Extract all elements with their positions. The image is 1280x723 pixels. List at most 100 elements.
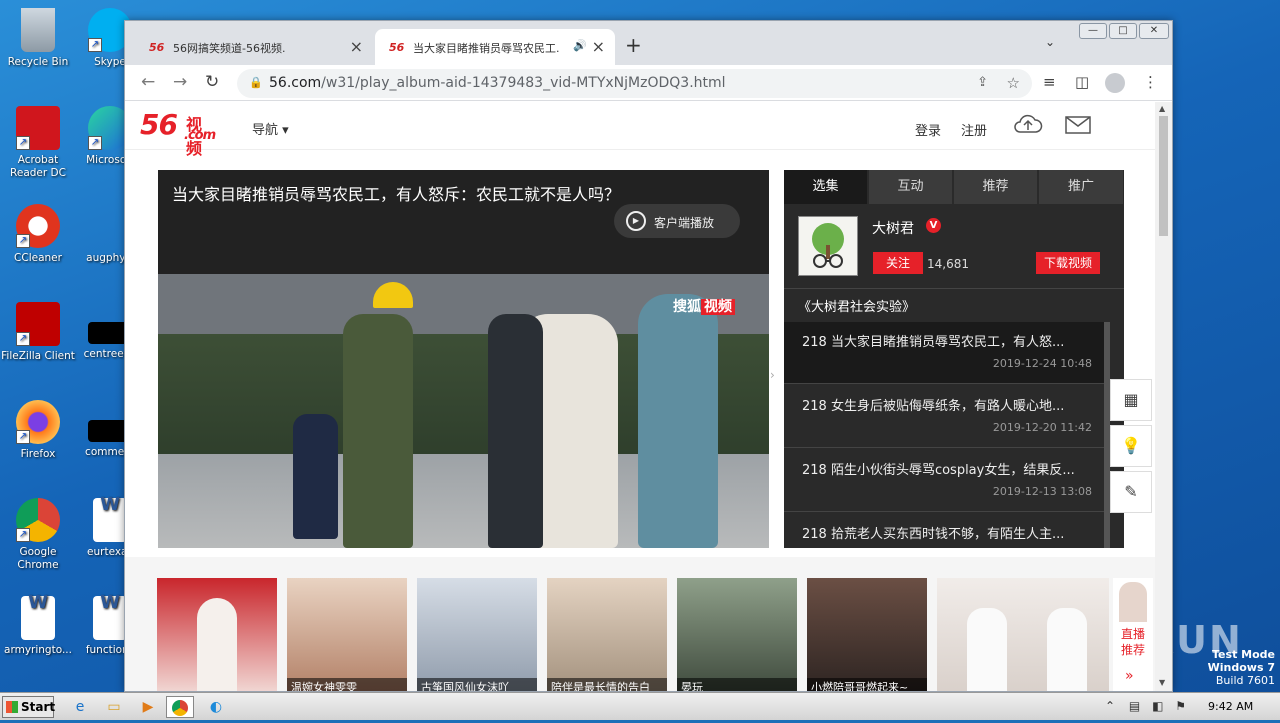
side-panel-icon[interactable]: ◫ [1075, 73, 1089, 91]
episode-item[interactable]: 218 陌生小伙街头辱骂cosplay女生，结果反... 2019-12-13 … [784, 450, 1104, 512]
desktop-icon-firefox[interactable]: ↗ Firefox [0, 400, 76, 461]
nav-menu[interactable]: 导航 ▾ [252, 119, 289, 138]
side-panel: 选集 互动 推荐 推广 大树君 V 关注 14,681 下载视频 《大树君社会实… [784, 170, 1124, 576]
reading-list-icon[interactable]: ≡ [1043, 73, 1056, 91]
maximize-button[interactable]: □ [1109, 23, 1137, 39]
desktop-icon-chrome[interactable]: ↗ Google Chrome [0, 498, 76, 572]
client-play-button[interactable]: ▶ 客户端播放 [614, 204, 740, 238]
clock[interactable]: 9:42 AM [1208, 700, 1253, 713]
acrobat-icon: ↗ [16, 106, 60, 150]
thumbnail-card[interactable]: 古筝国风仙女沫吖 [417, 578, 537, 691]
thumbnail-figure [1047, 608, 1087, 691]
56-favicon: 56 [149, 41, 165, 54]
scroll-down-icon[interactable]: ▼ [1159, 678, 1165, 687]
feedback-edit-icon[interactable]: ✎ [1110, 471, 1152, 513]
tray-expand-icon[interactable]: ⌃ [1105, 699, 1115, 713]
media-player-icon[interactable]: ▶ [134, 696, 162, 718]
register-link[interactable]: 注册 [961, 120, 987, 139]
network-icon[interactable]: ▤ [1129, 699, 1140, 713]
tab-episodes[interactable]: 选集 [784, 170, 868, 204]
desktop-icon-recycle-bin[interactable]: Recycle Bin [0, 8, 76, 69]
windows-logo-icon [6, 701, 18, 713]
episode-item[interactable]: 218 女生身后被贴侮辱纸条，有路人暖心地... 2019-12-20 11:4… [784, 386, 1104, 448]
edge-taskbar-icon[interactable]: ◐ [202, 696, 230, 718]
speaker-icon[interactable]: 🔊 [573, 39, 587, 52]
lightbulb-icon[interactable]: 💡 [1110, 425, 1152, 467]
url-path: /w31/play_album-aid-14379483_vid-MTYxNjM… [321, 75, 726, 91]
tab-56-funny[interactable]: 56 56网搞笑频道-56视频. × [135, 29, 373, 65]
volume-icon[interactable]: ◧ [1152, 699, 1163, 713]
tab-current-video[interactable]: 56 当大家目睹推销员辱骂农民工. 🔊 × [375, 29, 615, 65]
thumbnail-figure [197, 598, 237, 691]
start-button[interactable]: Start [2, 696, 55, 718]
chevron-right-icon[interactable]: » [1125, 668, 1134, 684]
menu-icon[interactable]: ⋮ [1143, 73, 1158, 91]
share-icon[interactable]: ⇪ [977, 75, 988, 90]
star-icon[interactable]: ☆ [1007, 74, 1020, 92]
download-video-button[interactable]: 下载视频 [1036, 252, 1100, 274]
thumbnail-card[interactable] [937, 578, 1109, 691]
56-favicon: 56 [389, 41, 405, 54]
live-recommend-panel[interactable]: 直播推荐 » [1113, 578, 1153, 691]
desktop-icon-filezilla[interactable]: ↗ FileZilla Client [0, 302, 76, 363]
page-viewport: 56 视频 .com 导航 ▾ 登录 注册 当大家目睹推销员辱骂农民工，有人怒斥… [125, 102, 1155, 691]
upload-cloud-icon[interactable] [1013, 112, 1043, 136]
browser-window: 56 56网搞笑频道-56视频. × 56 当大家目睹推销员辱骂农民工. 🔊 ×… [124, 20, 1173, 692]
desktop-icon-ccleaner[interactable]: ↗ CCleaner [0, 204, 76, 265]
login-link[interactable]: 登录 [915, 120, 941, 139]
minimize-button[interactable]: — [1079, 23, 1107, 39]
taskbar: Start e ▭ ▶ ◐ ⌃ ▤ ◧ ⚑ 9:42 AM [0, 692, 1280, 720]
person-worker [343, 314, 413, 548]
author-avatar[interactable] [798, 216, 858, 276]
panel-collapse-arrow[interactable]: › [770, 368, 775, 382]
thumbnail-card[interactable]: 温婉女神雯雯 [287, 578, 407, 691]
play-icon: ▶ [626, 211, 646, 231]
episode-item[interactable]: 218 当大家目睹推销员辱骂农民工，有人怒... 2019-12-24 10:4… [784, 322, 1104, 384]
page-scrollbar[interactable]: ▲ ▼ [1155, 102, 1172, 691]
thumbnail-card[interactable] [157, 578, 277, 691]
new-tab-button[interactable]: + [625, 33, 642, 57]
tab-interact[interactable]: 互动 [869, 170, 953, 204]
tab-title: 56网搞笑频道-56视频. [173, 42, 286, 55]
close-window-button[interactable]: ✕ [1139, 23, 1169, 39]
address-bar[interactable]: 🔒 56.com/w31/play_album-aid-14379483_vid… [237, 69, 1032, 98]
follower-count: 14,681 [927, 257, 969, 271]
site-logo[interactable]: 56 视频 .com [140, 108, 216, 158]
word-doc-icon: W [93, 594, 127, 640]
sohu-video-watermark: 搜狐 视频 [673, 296, 735, 316]
chrome-icon [172, 700, 188, 716]
verified-icon: V [926, 218, 941, 233]
close-icon[interactable]: × [592, 37, 605, 56]
browser-toolbar: ← → ↻ 🔒 56.com/w31/play_album-aid-143794… [125, 65, 1172, 101]
author-name[interactable]: 大树君 [872, 218, 914, 238]
flag-icon[interactable]: ⚑ [1175, 699, 1186, 713]
tab-search-icon[interactable]: ⌄ [1045, 35, 1055, 49]
mail-icon[interactable] [1065, 116, 1091, 134]
scrollbar-thumb[interactable] [1159, 116, 1168, 236]
thumbnail-card[interactable]: 陪伴是最长情的告白 [547, 578, 667, 691]
follow-button[interactable]: 关注 [873, 252, 923, 274]
filezilla-icon: ↗ [16, 302, 60, 346]
close-icon[interactable]: × [350, 37, 363, 56]
scroll-up-icon[interactable]: ▲ [1159, 104, 1165, 113]
lock-icon[interactable]: 🔒 [249, 76, 263, 89]
tab-promote[interactable]: 推广 [1039, 170, 1124, 204]
profile-icon[interactable] [1105, 73, 1125, 93]
desktop-icon-armyringto[interactable]: W armyringto... [0, 594, 76, 657]
firefox-icon: ↗ [16, 400, 60, 444]
tab-recommend[interactable]: 推荐 [954, 170, 1038, 204]
thumbnail-card[interactable]: 小燃陪哥哥燃起来~ [807, 578, 927, 691]
desktop-icon-acrobat[interactable]: ↗ Acrobat Reader DC [0, 106, 76, 180]
back-icon[interactable]: ← [141, 72, 155, 92]
video-player[interactable]: 当大家目睹推销员辱骂农民工，有人怒斥：农民工就不是人吗？ ▶ 客户端播放 搜狐视… [158, 170, 769, 548]
chrome-taskbar-icon[interactable] [166, 696, 194, 718]
video-frame[interactable]: 搜狐 视频 [158, 274, 769, 548]
qr-code-icon[interactable]: ▦ [1110, 379, 1152, 421]
forward-icon[interactable]: → [173, 72, 187, 92]
reload-icon[interactable]: ↻ [205, 72, 219, 92]
ie-icon[interactable]: e [66, 696, 94, 718]
thumbnail-card[interactable]: 晏玩 [677, 578, 797, 691]
album-title[interactable]: 《大树君社会实验》 [798, 296, 915, 315]
explorer-icon[interactable]: ▭ [100, 696, 128, 718]
tab-title: 当大家目睹推销员辱骂农民工. [413, 42, 560, 55]
